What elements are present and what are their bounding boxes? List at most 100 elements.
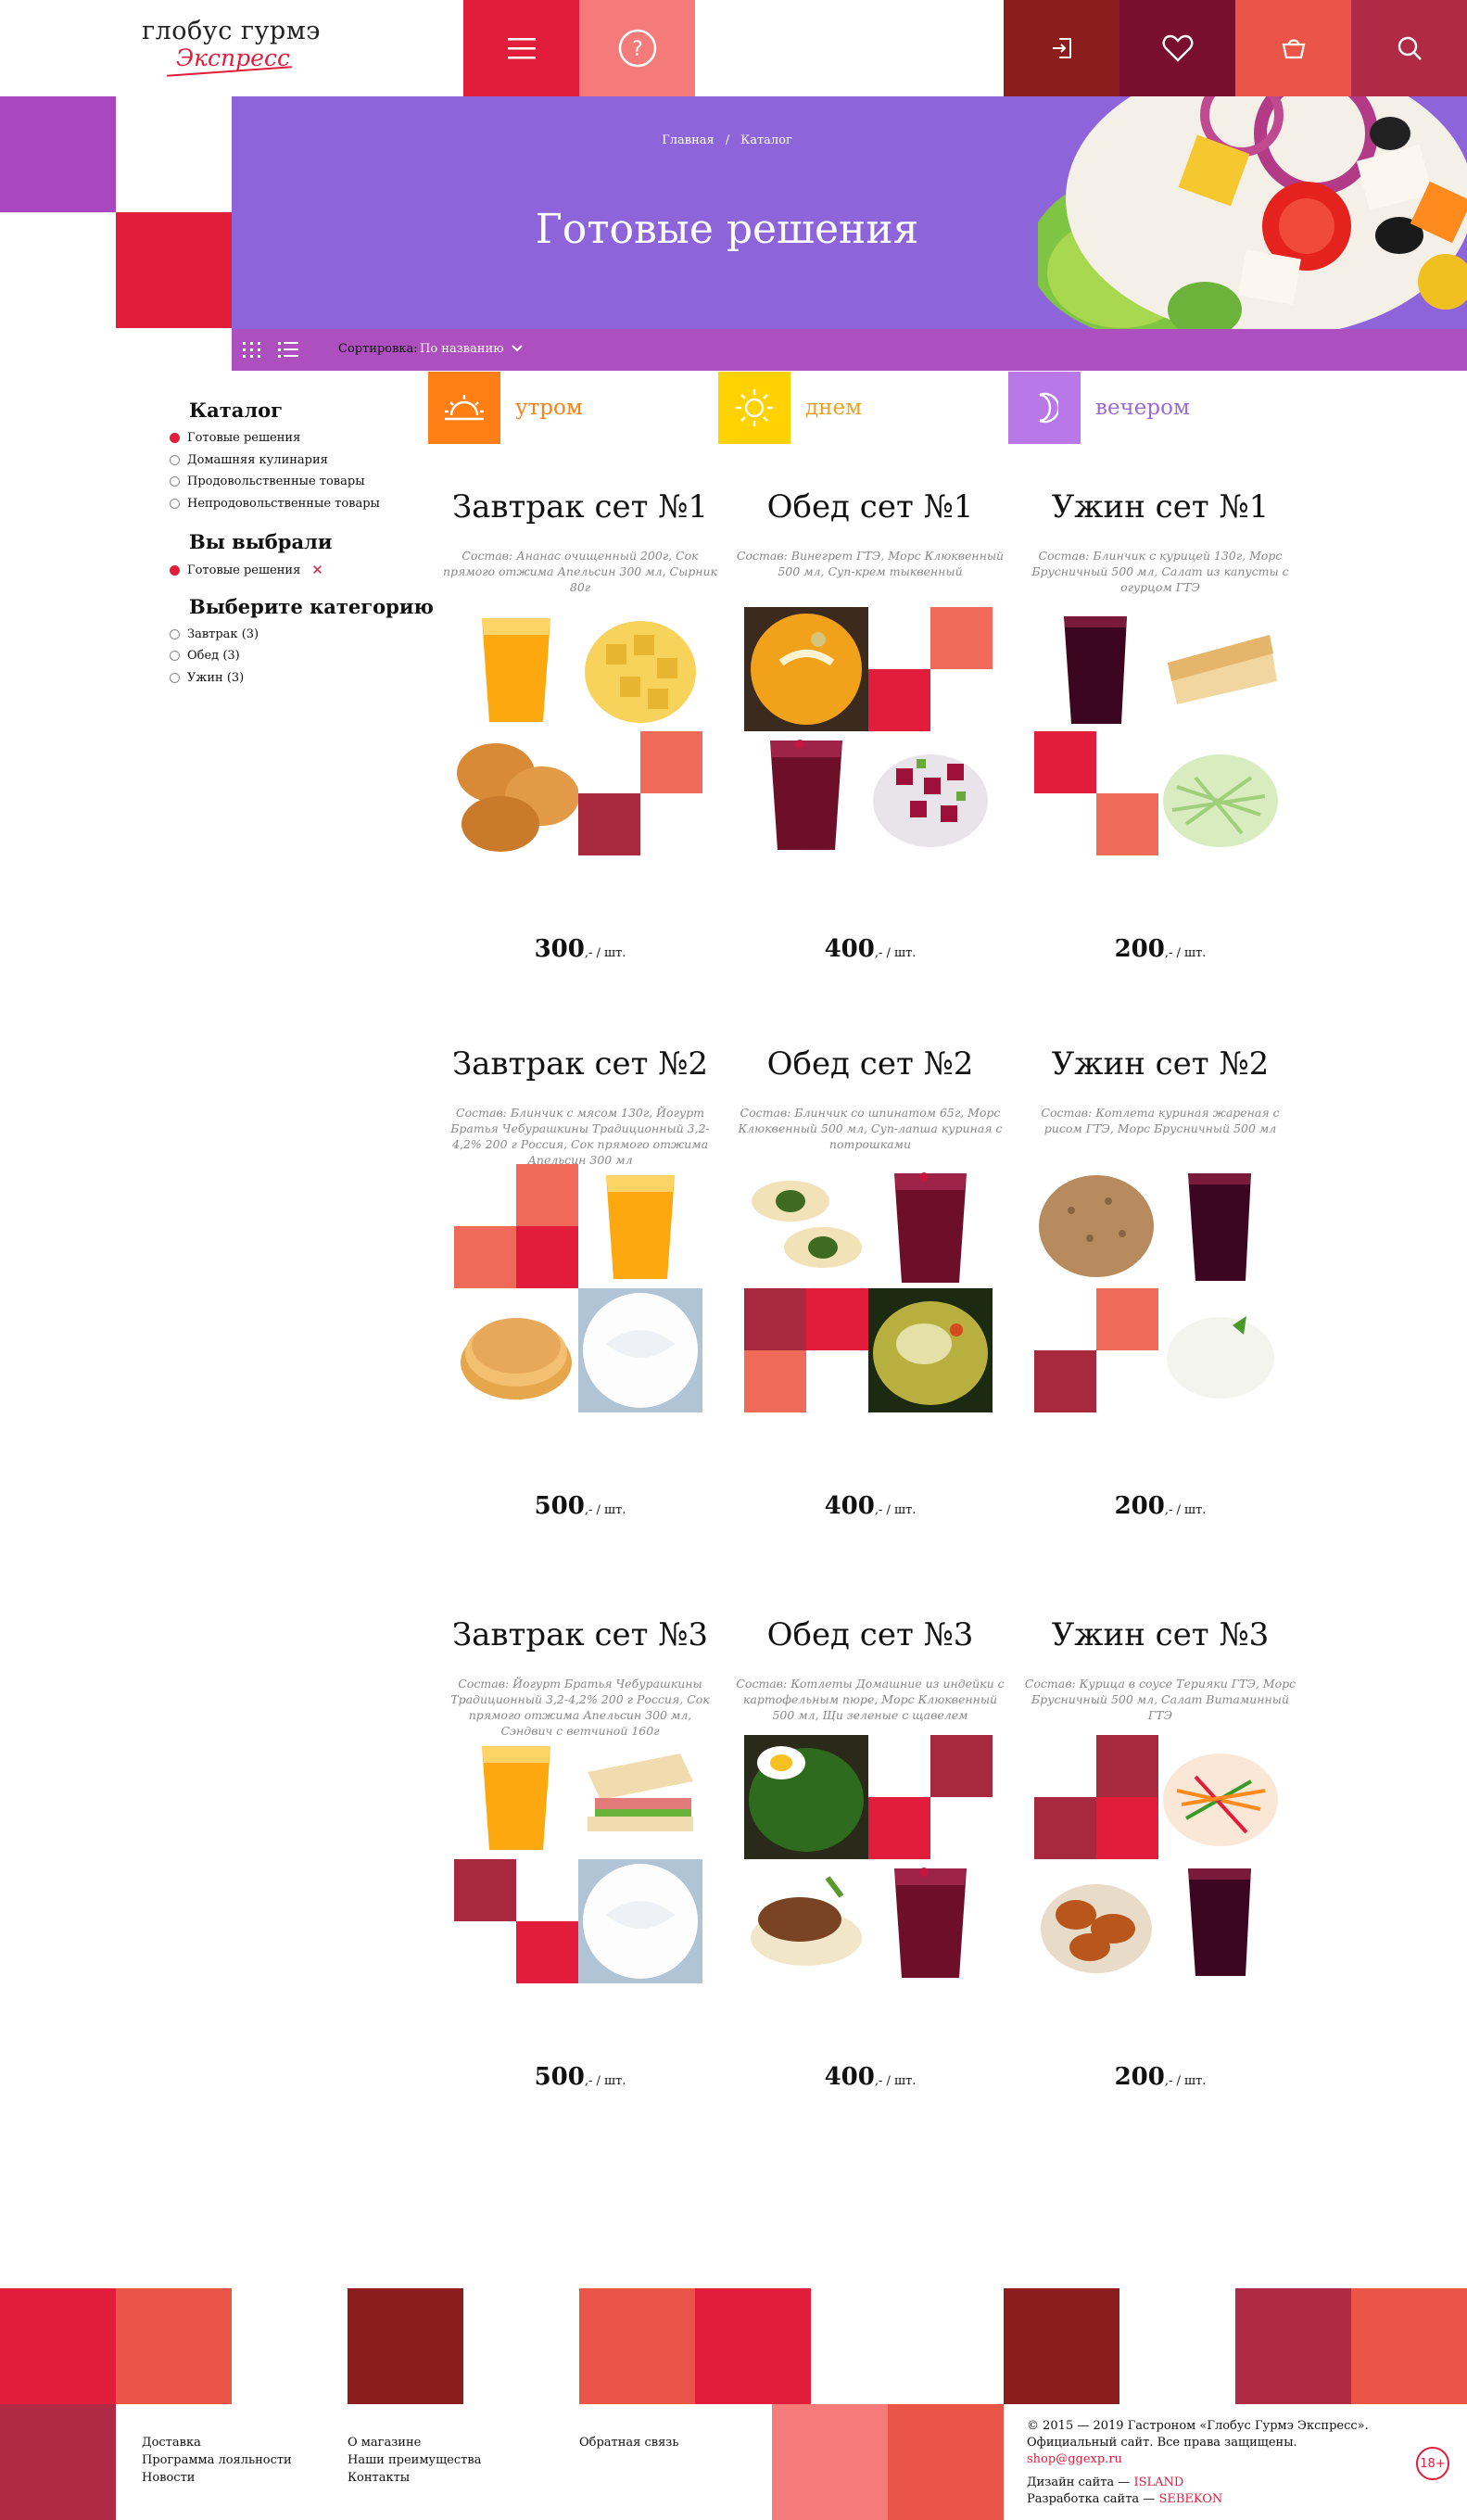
cranberry-juice-image (1034, 607, 1158, 731)
breadcrumb-separator: / (725, 133, 730, 147)
radio-dot (170, 673, 180, 683)
sidebar-item-ready-solutions[interactable]: Готовые решения (170, 431, 300, 445)
price-unit: ,- / шт. (874, 1503, 917, 1517)
footer-link-loyalty[interactable]: Программа лояльности (142, 2453, 292, 2467)
teriyaki-chicken-image-graphic (1034, 1859, 1158, 1983)
remove-filter-icon[interactable]: ✕ (311, 562, 323, 578)
product-image-grid[interactable] (726, 1735, 1015, 2024)
rice-image (1158, 1288, 1283, 1412)
product-title[interactable]: Завтрак сет №3 (436, 1616, 725, 1653)
copyright: © 2015 — 2019 Гастроном «Глобус Гурмэ Эк… (1027, 2419, 1369, 2433)
chicken-cutlet-image (1034, 1164, 1158, 1288)
decor-tile (1351, 2288, 1467, 2404)
footer-link-about[interactable]: О магазине (348, 2436, 421, 2450)
price-unit: ,- / шт. (874, 946, 917, 960)
product-title[interactable]: Обед сет №3 (726, 1616, 1015, 1653)
cranberry-juice-image-graphic (1158, 1859, 1283, 1983)
berry-drink-image (744, 731, 868, 855)
decor-tile (0, 96, 116, 212)
price-unit: ,- / шт. (584, 946, 626, 960)
product-description: Состав: Йогурт Братья Чебурашкины Традиц… (450, 1677, 710, 1738)
footer-link-delivery[interactable]: Доставка (142, 2436, 201, 2450)
yogurt-image (578, 1288, 702, 1412)
radio-dot (170, 476, 180, 487)
product-image-grid[interactable] (436, 607, 725, 896)
product-title[interactable]: Ужин сет №1 (1016, 488, 1305, 526)
sidebar-item-label: Готовые решения (187, 431, 301, 445)
footer-link-news[interactable]: Новости (142, 2471, 195, 2485)
list-view-icon[interactable] (278, 342, 298, 359)
decor-tile-graphic (868, 1735, 993, 1859)
spinach-crepes-image-graphic (744, 1164, 868, 1288)
breadcrumb-current[interactable]: Каталог (740, 133, 792, 147)
grid-view-icon[interactable] (243, 342, 261, 359)
berry-drink-image-graphic (868, 1164, 993, 1288)
footer-link-advantages[interactable]: Наши преимущества (348, 2453, 481, 2467)
category-item-lunch[interactable]: Обед (3) (170, 649, 240, 663)
help-button[interactable]: ? (579, 0, 695, 96)
teriyaki-chicken-image (1034, 1859, 1158, 1983)
tab-evening[interactable]: вечером (1008, 372, 1190, 444)
footer-link-feedback[interactable]: Обратная связь (579, 2436, 678, 2450)
sandwich-image (578, 1735, 702, 1859)
cart-button[interactable] (1235, 0, 1351, 96)
tab-day[interactable]: днем (718, 372, 862, 444)
category-item-breakfast[interactable]: Завтрак (3) (170, 627, 259, 641)
green-shchi-image (744, 1735, 868, 1859)
sort-dropdown[interactable]: По названию (420, 342, 523, 356)
menu-button[interactable] (463, 0, 579, 96)
salad-image (1038, 96, 1467, 329)
decor-tile (454, 1164, 578, 1288)
decor-tile (116, 2288, 232, 2404)
email-link[interactable]: shop@ggexp.ru (1027, 2451, 1122, 2468)
product-image-grid[interactable] (726, 607, 1015, 896)
yogurt-image-graphic (578, 1859, 702, 1983)
berry-drink-image (868, 1164, 993, 1288)
product-description: Состав: Блинчик с курицей 130г, Морс Бру… (1031, 549, 1289, 594)
product-title[interactable]: Обед сет №1 (726, 488, 1015, 526)
tab-morning[interactable]: утром (428, 372, 583, 444)
berry-drink-image-graphic (744, 731, 868, 855)
search-button[interactable] (1351, 0, 1467, 96)
product-image-grid[interactable] (436, 1735, 725, 2024)
product-image-grid[interactable] (436, 1164, 725, 1453)
decor-tile (868, 607, 993, 731)
product-image-grid[interactable] (726, 1164, 1015, 1453)
search-icon (1397, 36, 1422, 60)
product-image-grid[interactable] (1016, 607, 1305, 896)
radio-dot (170, 629, 180, 639)
product-title[interactable]: Обед сет №2 (726, 1045, 1015, 1083)
price-unit: ,- / шт. (1164, 1503, 1207, 1517)
product-title[interactable]: Ужин сет №2 (1016, 1045, 1305, 1083)
product-image-grid[interactable] (1016, 1735, 1305, 2024)
product-price: 400,- / шт. (726, 2063, 1015, 2091)
product-price: 400,- / шт. (726, 935, 1015, 963)
category-item-dinner[interactable]: Ужин (3) (170, 671, 244, 685)
sidebar-item-food[interactable]: Продовольственные товары (170, 475, 365, 488)
radio-dot (170, 564, 180, 576)
favorites-button[interactable] (1119, 0, 1235, 96)
price-unit: ,- / шт. (1164, 2074, 1207, 2088)
price-value: 500 (534, 1492, 585, 1520)
product-title[interactable]: Завтрак сет №1 (436, 488, 725, 526)
menu-icon (507, 38, 536, 59)
rice-image-graphic (1158, 1288, 1283, 1412)
sidebar-item-home-cooking[interactable]: Домашняя кулинария (170, 453, 328, 467)
selected-filter[interactable]: Готовые решения ✕ (170, 562, 323, 578)
pineapple-image-graphic (578, 607, 702, 731)
dev-link[interactable]: SEBEKON (1158, 2492, 1222, 2506)
product-title[interactable]: Завтрак сет №2 (436, 1045, 725, 1083)
dev-credit: Разработка сайта — SEBEKON (1027, 2491, 1222, 2508)
syrniki-image-graphic (454, 731, 578, 855)
breadcrumb-home[interactable]: Главная (662, 133, 715, 147)
price-value: 300 (534, 935, 585, 963)
category-heading: Выберите категорию (189, 595, 434, 618)
sidebar-item-non-food[interactable]: Непродовольственные товары (170, 497, 380, 511)
product-title[interactable]: Ужин сет №3 (1016, 1616, 1305, 1653)
design-link[interactable]: ISLAND (1133, 2476, 1183, 2489)
footer-link-contacts[interactable]: Контакты (348, 2471, 410, 2485)
decor-tile (0, 2288, 116, 2404)
login-button[interactable] (1004, 0, 1119, 96)
decor-tile (454, 1859, 578, 1983)
product-image-grid[interactable] (1016, 1164, 1305, 1453)
